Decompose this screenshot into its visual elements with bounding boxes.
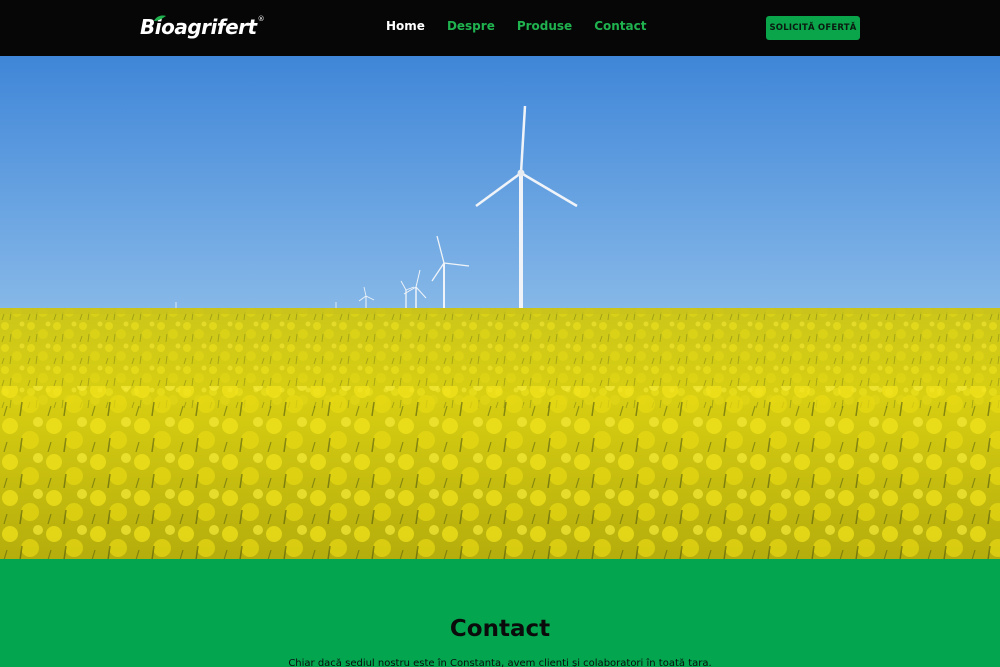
registered-mark: ®	[257, 15, 265, 23]
nav-item-produse[interactable]: Produse	[517, 19, 572, 33]
nav-item-contact[interactable]: Contact	[594, 19, 646, 33]
logo[interactable]: Bioagrifert ®	[140, 12, 265, 42]
contact-title: Contact	[449, 616, 551, 642]
nav-item-home[interactable]: Home	[386, 19, 425, 33]
hero-illustration	[0, 56, 1000, 559]
nav-item-despre[interactable]: Despre	[447, 19, 495, 33]
main-nav: Home Despre Produse Contact	[386, 19, 668, 33]
site-header: Bioagrifert ® Home Despre Produse Contac…	[0, 0, 1000, 56]
sky	[0, 56, 1000, 308]
hero-image	[0, 56, 1000, 559]
request-offer-button[interactable]: SOLICITĂ OFERTĂ	[766, 16, 860, 40]
leaf-icon	[154, 15, 166, 21]
contact-text: Chiar dacă sediul nostru este în Constan…	[288, 658, 712, 667]
contact-section: Contact Chiar dacă sediul nostru este în…	[0, 559, 1000, 667]
